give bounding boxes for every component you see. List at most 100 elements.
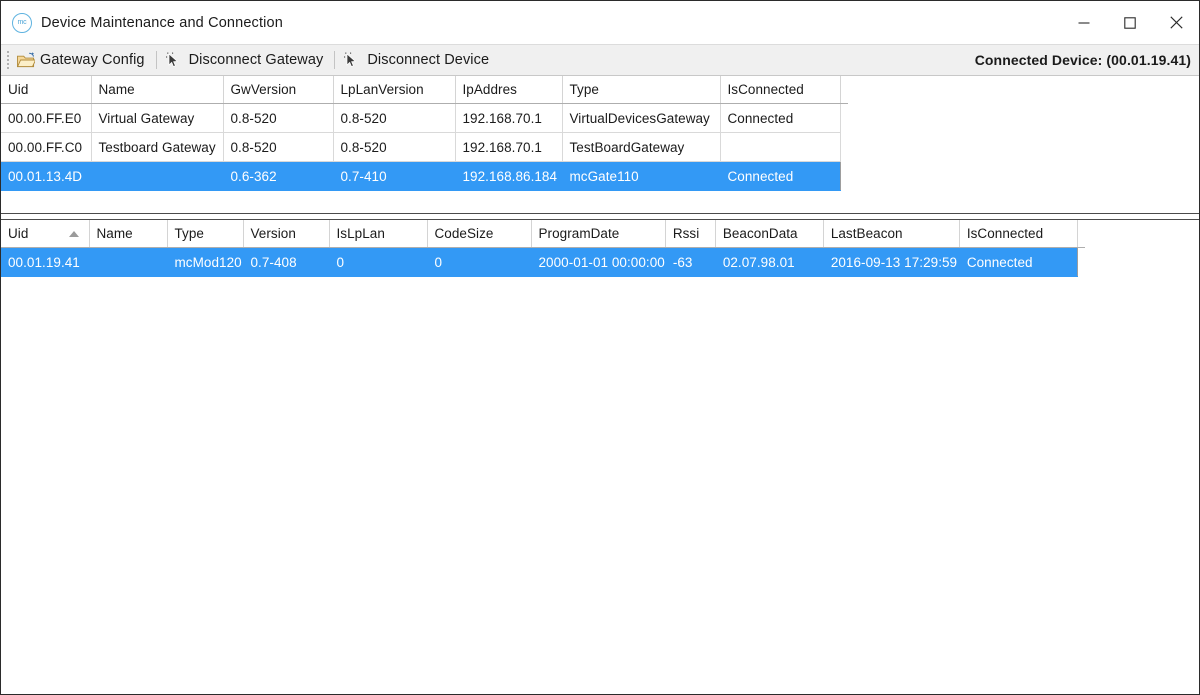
gateway-grid-head: Uid Name GwVersion LpLanVersion IpAddres Type… <box>1 76 848 104</box>
gateway-cell-ipaddres[interactable]: 192.168.70.1 <box>455 132 563 162</box>
gateway-header-lplanversion[interactable]: LpLanVersion <box>333 76 456 104</box>
device-cell-type[interactable]: mcMod120 <box>167 247 244 277</box>
gateway-cell-isconnected[interactable]: Connected <box>720 103 841 133</box>
device-header-name[interactable]: Name <box>89 220 168 248</box>
toolbar-drag-grip[interactable] <box>3 49 12 71</box>
device-cell-filler <box>1077 247 1085 277</box>
gateway-cell-name[interactable]: Virtual Gateway <box>91 103 224 133</box>
device-cell-rssi[interactable]: -63 <box>665 247 716 277</box>
device-cell-isconnected[interactable]: Connected <box>959 247 1078 277</box>
gateway-cell-isconnected[interactable]: Connected <box>720 161 841 191</box>
gateway-grid-body: 00.00.FF.E0 Virtual Gateway 0.8-520 0.8-520… <box>1 103 848 191</box>
gateway-row[interactable]: 00.01.13.4D 0.6-362 0.7-410 192.168.86.184 m… <box>1 161 848 191</box>
gateway-cell-isconnected[interactable] <box>720 132 841 162</box>
content-area: Uid Name GwVersion LpLanVersion IpAddres Type… <box>1 76 1199 694</box>
gateway-header-uid[interactable]: Uid <box>1 76 92 104</box>
device-header-lastbeacon[interactable]: LastBeacon <box>823 220 960 248</box>
device-header-type[interactable]: Type <box>167 220 244 248</box>
gateway-header-gwversion[interactable]: GwVersion <box>223 76 334 104</box>
device-header-uid[interactable]: Uid <box>1 220 90 248</box>
gateway-cell-lplanversion[interactable]: 0.8-520 <box>333 103 456 133</box>
disconnect-gateway-label: Disconnect Gateway <box>188 52 324 68</box>
device-cell-lastbeacon[interactable]: 2016-09-13 17:29:59 <box>823 247 960 277</box>
gateway-cell-lplanversion[interactable]: 0.8-520 <box>333 132 456 162</box>
column-header-label: Name <box>96 226 133 241</box>
column-header-label: Uid <box>8 226 29 241</box>
column-header-label: IpAddres <box>462 82 517 97</box>
gateway-config-button[interactable]: Gateway Config <box>12 47 152 73</box>
column-header-label: Uid <box>8 82 29 97</box>
gateway-grid-panel: Uid Name GwVersion LpLanVersion IpAddres Type… <box>1 76 1199 214</box>
device-cell-version[interactable]: 0.7-408 <box>243 247 330 277</box>
column-header-label: ProgramDate <box>538 226 620 241</box>
gateway-cell-type[interactable]: VirtualDevicesGateway <box>562 103 721 133</box>
window-controls <box>1061 1 1199 44</box>
gateway-grid[interactable]: Uid Name GwVersion LpLanVersion IpAddres Type… <box>1 76 848 191</box>
mc-circle-icon: mc <box>12 12 32 33</box>
app-window: mc Device Maintenance and Connection Gat… <box>0 0 1200 695</box>
device-header-islplan[interactable]: IsLpLan <box>329 220 428 248</box>
gateway-cell-uid[interactable]: 00.01.13.4D <box>1 161 92 191</box>
toolbar-separator <box>155 51 157 69</box>
close-button[interactable] <box>1153 1 1199 44</box>
device-header-codesize[interactable]: CodeSize <box>427 220 532 248</box>
disconnect-gateway-button[interactable]: Disconnect Gateway <box>161 47 331 73</box>
device-row[interactable]: 00.01.19.41 mcMod120 0.7-408 0 0 2000-01-01 0… <box>1 247 1085 277</box>
cursor-pointer-icon <box>165 52 178 67</box>
column-header-label: Name <box>98 82 135 97</box>
gateway-header-ipaddres[interactable]: IpAddres <box>455 76 563 104</box>
window-title: Device Maintenance and Connection <box>41 14 283 31</box>
gateway-row[interactable]: 00.00.FF.E0 Virtual Gateway 0.8-520 0.8-520… <box>1 103 848 133</box>
column-header-label: Type <box>174 226 204 241</box>
device-header-isconnected[interactable]: IsConnected <box>959 220 1078 248</box>
gateway-cell-uid[interactable]: 00.00.FF.C0 <box>1 132 92 162</box>
device-grid-panel: Uid Name Type Version IsLpLan CodeSize Program… <box>1 219 1199 694</box>
minimize-icon <box>1078 21 1090 24</box>
open-folder-icon <box>16 51 35 67</box>
gateway-config-label: Gateway Config <box>40 52 145 68</box>
device-header-programdate[interactable]: ProgramDate <box>531 220 666 248</box>
device-header-rssi[interactable]: Rssi <box>665 220 716 248</box>
gateway-header-name[interactable]: Name <box>91 76 224 104</box>
device-grid-body: 00.01.19.41 mcMod120 0.7-408 0 0 2000-01-01 0… <box>1 247 1085 277</box>
gateway-cell-lplanversion[interactable]: 0.7-410 <box>333 161 456 191</box>
device-cell-codesize[interactable]: 0 <box>427 247 532 277</box>
device-grid[interactable]: Uid Name Type Version IsLpLan CodeSize Program… <box>1 220 1085 277</box>
device-grid-head: Uid Name Type Version IsLpLan CodeSize Program… <box>1 220 1085 248</box>
gateway-cell-gwversion[interactable]: 0.6-362 <box>223 161 334 191</box>
gateway-header-isconnected[interactable]: IsConnected <box>720 76 841 104</box>
device-cell-programdate[interactable]: 2000-01-01 00:00:00 <box>531 247 666 277</box>
gateway-cell-name[interactable] <box>91 161 224 191</box>
gateway-cell-filler <box>840 161 848 191</box>
device-cell-islplan[interactable]: 0 <box>329 247 428 277</box>
gateway-cell-gwversion[interactable]: 0.8-520 <box>223 132 334 162</box>
device-cell-beacondata[interactable]: 02.07.98.01 <box>715 247 824 277</box>
device-cell-name[interactable] <box>89 247 168 277</box>
gateway-cell-ipaddres[interactable]: 192.168.70.1 <box>455 103 563 133</box>
gateway-header-type[interactable]: Type <box>562 76 721 104</box>
minimize-button[interactable] <box>1061 1 1107 44</box>
toolbar-separator <box>334 51 336 69</box>
gateway-cell-type[interactable]: mcGate110 <box>562 161 721 191</box>
device-grid-header-row: Uid Name Type Version IsLpLan CodeSize Program… <box>1 220 1085 248</box>
gateway-header-filler <box>840 76 848 104</box>
disconnect-device-button[interactable]: Disconnect Device <box>339 47 496 73</box>
device-cell-uid[interactable]: 00.01.19.41 <box>1 247 90 277</box>
device-header-beacondata[interactable]: BeaconData <box>715 220 824 248</box>
close-icon <box>1169 16 1183 29</box>
maximize-button[interactable] <box>1107 1 1153 44</box>
gateway-row[interactable]: 00.00.FF.C0 Testboard Gateway 0.8-520 0.8-5… <box>1 132 848 162</box>
device-header-filler <box>1077 220 1085 248</box>
column-header-label: CodeSize <box>434 226 494 241</box>
app-icon-text: mc <box>17 19 27 26</box>
gateway-cell-gwversion[interactable]: 0.8-520 <box>223 103 334 133</box>
gateway-grid-header-row: Uid Name GwVersion LpLanVersion IpAddres Type… <box>1 76 848 104</box>
column-header-label: IsConnected <box>727 82 804 97</box>
gateway-cell-type[interactable]: TestBoardGateway <box>562 132 721 162</box>
gateway-cell-ipaddres[interactable]: 192.168.86.184 <box>455 161 563 191</box>
gateway-cell-uid[interactable]: 00.00.FF.E0 <box>1 103 92 133</box>
column-header-label: LastBeacon <box>830 226 903 241</box>
gateway-cell-name[interactable]: Testboard Gateway <box>91 132 224 162</box>
column-header-label: Rssi <box>672 226 700 241</box>
device-header-version[interactable]: Version <box>243 220 330 248</box>
